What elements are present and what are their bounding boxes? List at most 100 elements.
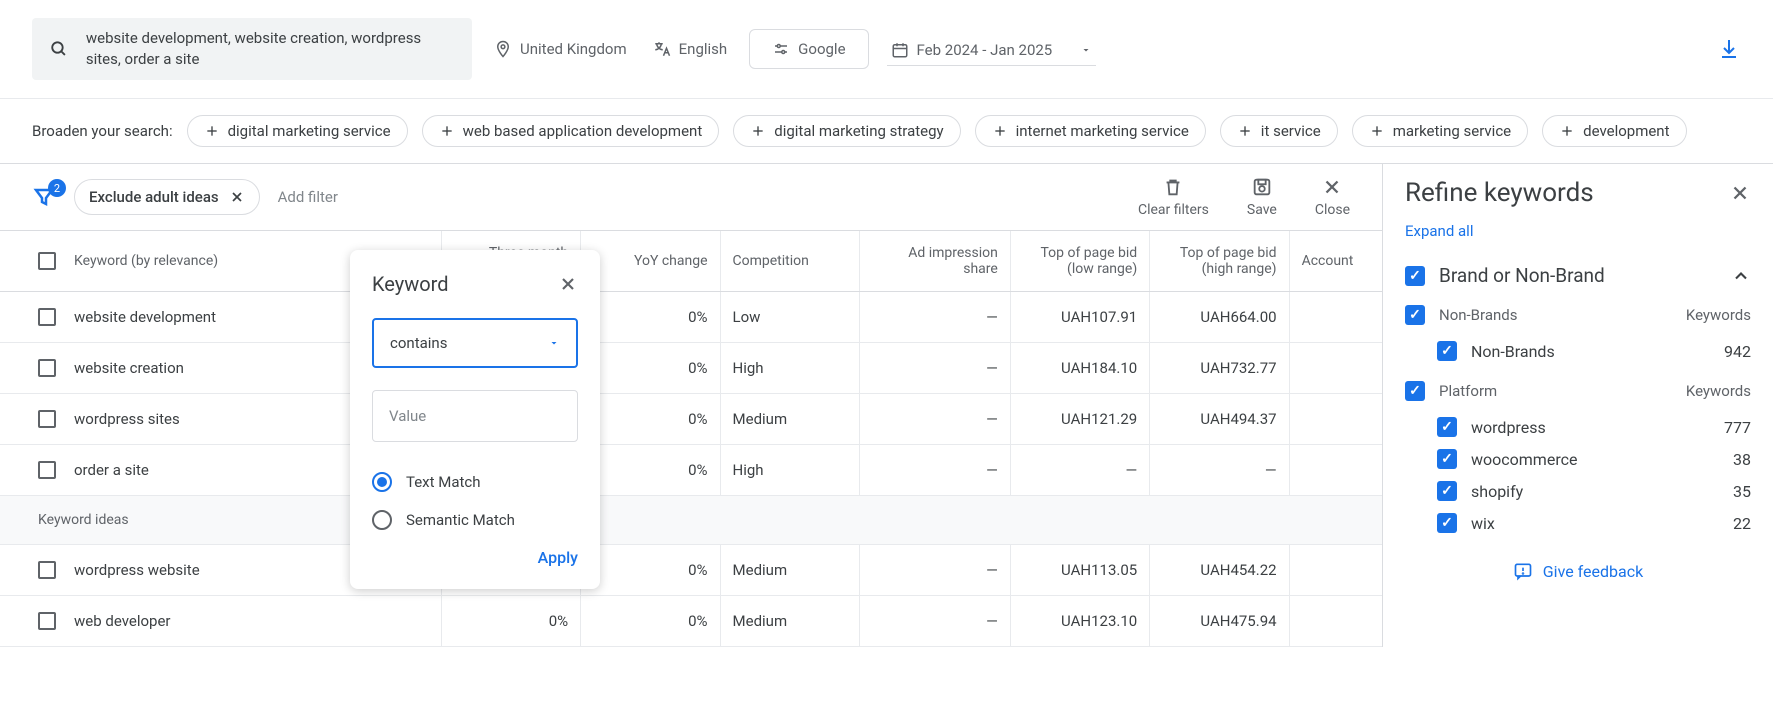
- ad-share-cell: —: [859, 545, 1010, 596]
- checkbox[interactable]: [1437, 481, 1457, 501]
- active-filter-chip[interactable]: Exclude adult ideas: [74, 179, 260, 215]
- ad-share-cell: —: [859, 596, 1010, 647]
- table-row[interactable]: wordpress sites 0% 0% Medium — UAH121.29…: [0, 394, 1382, 445]
- account-cell: [1289, 292, 1382, 343]
- close-icon[interactable]: [1729, 182, 1751, 204]
- radio-label: Semantic Match: [406, 511, 515, 529]
- row-checkbox[interactable]: [38, 410, 56, 428]
- col-bid-low[interactable]: Top of page bid (low range): [1010, 231, 1149, 292]
- keyword-search-box[interactable]: website development, website creation, w…: [32, 18, 472, 80]
- match-type-select[interactable]: contains: [372, 318, 578, 368]
- keyword-cell: order a site: [74, 461, 149, 479]
- col-competition[interactable]: Competition: [720, 231, 859, 292]
- keywords-table: Keyword (by relevance) Three month chang…: [0, 231, 1382, 647]
- keyword-cell: web developer: [74, 612, 170, 630]
- item-label: wix: [1471, 514, 1719, 533]
- row-checkbox[interactable]: [38, 612, 56, 630]
- nonbrands-subheader[interactable]: Non-Brands Keywords: [1405, 305, 1751, 325]
- col-bid-high[interactable]: Top of page bid (high range): [1150, 231, 1289, 292]
- yoy-cell: 0%: [581, 394, 720, 445]
- bid-high-cell: UAH664.00: [1150, 292, 1289, 343]
- broaden-chip[interactable]: web based application development: [422, 115, 720, 147]
- add-filter-button[interactable]: Add filter: [278, 188, 338, 206]
- location-selector[interactable]: United Kingdom: [490, 32, 631, 66]
- account-cell: [1289, 343, 1382, 394]
- table-row[interactable]: web developer 0% 0% Medium — UAH123.10 U…: [0, 596, 1382, 647]
- group-checkbox[interactable]: [1405, 266, 1425, 286]
- checkbox[interactable]: [1405, 381, 1425, 401]
- refine-item[interactable]: Non-Brands 942: [1405, 335, 1751, 367]
- table-row[interactable]: website development 0% 0% Low — UAH107.9…: [0, 292, 1382, 343]
- broaden-chip[interactable]: internet marketing service: [975, 115, 1206, 147]
- platform-subheader[interactable]: Platform Keywords: [1405, 381, 1751, 401]
- network-selector[interactable]: Google: [749, 29, 868, 69]
- competition-cell: High: [720, 343, 859, 394]
- location-pin-icon: [494, 40, 512, 58]
- col-account[interactable]: Account: [1289, 231, 1382, 292]
- give-feedback-link[interactable]: Give feedback: [1405, 561, 1751, 581]
- bid-high-cell: UAH494.37: [1150, 394, 1289, 445]
- plus-icon: [439, 123, 455, 139]
- semantic-match-radio[interactable]: Semantic Match: [372, 510, 578, 530]
- checkbox[interactable]: [1437, 417, 1457, 437]
- refine-item[interactable]: woocommerce38: [1405, 443, 1751, 475]
- chip-label: digital marketing strategy: [774, 122, 943, 140]
- yoy-cell: 0%: [581, 445, 720, 496]
- broaden-chip[interactable]: development: [1542, 115, 1686, 147]
- broaden-chip[interactable]: marketing service: [1352, 115, 1528, 147]
- chevron-up-icon[interactable]: [1731, 266, 1751, 286]
- dropdown-arrow-icon: [1080, 44, 1092, 56]
- top-toolbar: website development, website creation, w…: [0, 0, 1773, 99]
- col-keyword[interactable]: Keyword (by relevance): [74, 253, 218, 269]
- text-match-radio[interactable]: Text Match: [372, 472, 578, 492]
- bid-low-cell: UAH123.10: [1010, 596, 1149, 647]
- value-input[interactable]: Value: [372, 390, 578, 442]
- table-row[interactable]: website creation 0% 0% High — UAH184.10 …: [0, 343, 1382, 394]
- close-icon[interactable]: [229, 189, 245, 205]
- item-count: 35: [1733, 482, 1751, 501]
- date-range-label: Feb 2024 - Jan 2025: [917, 41, 1053, 59]
- refine-group-header[interactable]: Brand or Non-Brand: [1405, 264, 1751, 287]
- broaden-chip[interactable]: it service: [1220, 115, 1338, 147]
- refine-item[interactable]: wix22: [1405, 507, 1751, 539]
- competition-cell: Low: [720, 292, 859, 343]
- chip-label: development: [1583, 122, 1669, 140]
- checkbox[interactable]: [1437, 449, 1457, 469]
- chip-label: marketing service: [1393, 122, 1511, 140]
- row-checkbox[interactable]: [38, 359, 56, 377]
- clear-filters-button[interactable]: Clear filters: [1138, 176, 1209, 218]
- apply-button[interactable]: Apply: [372, 548, 578, 567]
- checkbox[interactable]: [1437, 513, 1457, 533]
- bid-high-cell: —: [1150, 445, 1289, 496]
- close-icon[interactable]: [558, 274, 578, 294]
- select-all-checkbox[interactable]: [38, 252, 56, 270]
- filter-count-badge: 2: [48, 179, 66, 197]
- results-panel: 2 Exclude adult ideas Add filter Clear f…: [0, 164, 1383, 647]
- row-checkbox[interactable]: [38, 561, 56, 579]
- search-icon: [50, 38, 68, 60]
- table-row[interactable]: wordpress website 0% 0% Medium — UAH113.…: [0, 545, 1382, 596]
- chip-label: it service: [1261, 122, 1321, 140]
- broaden-chip[interactable]: digital marketing strategy: [733, 115, 960, 147]
- date-range-selector[interactable]: Feb 2024 - Jan 2025: [887, 33, 1097, 66]
- table-row[interactable]: order a site 0% 0% High — — —: [0, 445, 1382, 496]
- filter-funnel-button[interactable]: 2: [32, 185, 56, 209]
- broaden-chip[interactable]: digital marketing service: [187, 115, 408, 147]
- radio-icon: [372, 510, 392, 530]
- close-button[interactable]: Close: [1315, 176, 1350, 218]
- broaden-label: Broaden your search:: [32, 122, 173, 140]
- download-button[interactable]: [1717, 37, 1741, 61]
- checkbox[interactable]: [1437, 341, 1457, 361]
- row-checkbox[interactable]: [38, 308, 56, 326]
- save-button[interactable]: Save: [1247, 176, 1277, 218]
- account-cell: [1289, 545, 1382, 596]
- keyword-cell: wordpress website: [74, 561, 200, 579]
- expand-all-link[interactable]: Expand all: [1405, 222, 1751, 240]
- col-yoy[interactable]: YoY change: [581, 231, 720, 292]
- row-checkbox[interactable]: [38, 461, 56, 479]
- refine-item[interactable]: shopify35: [1405, 475, 1751, 507]
- col-ad-share[interactable]: Ad impression share: [859, 231, 1010, 292]
- refine-item[interactable]: wordpress777: [1405, 411, 1751, 443]
- language-selector[interactable]: English: [649, 32, 732, 66]
- checkbox[interactable]: [1405, 305, 1425, 325]
